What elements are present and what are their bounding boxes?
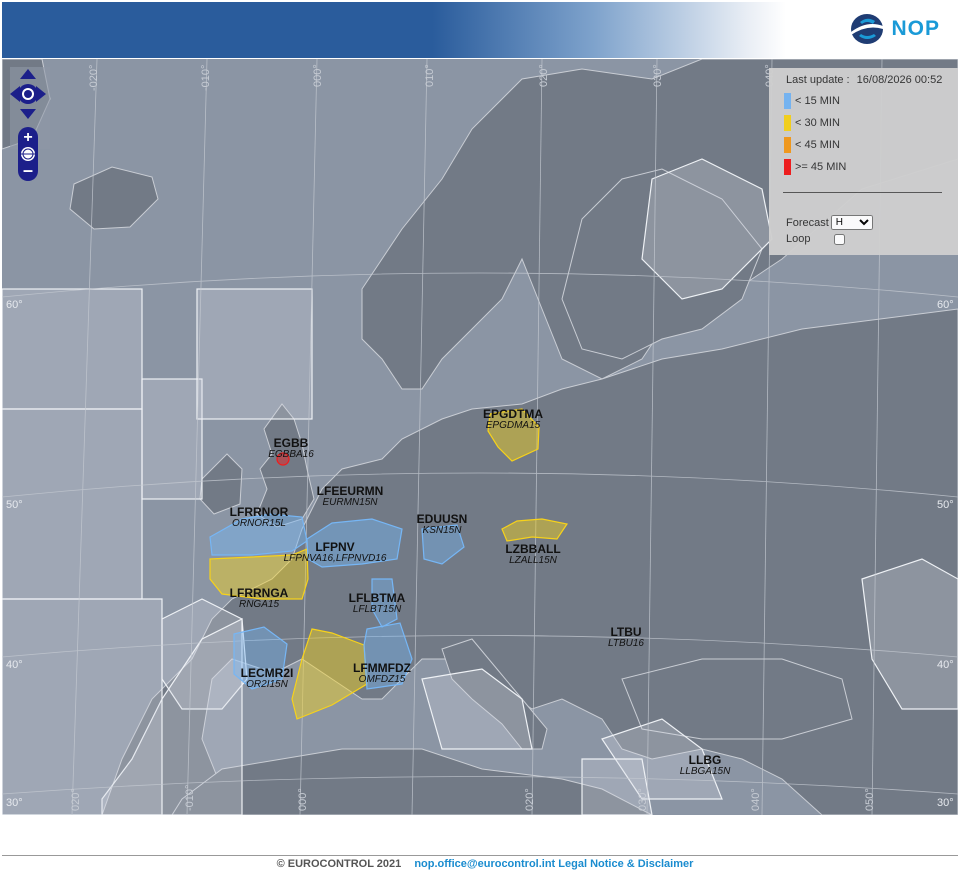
header-banner: NOP <box>2 2 958 58</box>
footer: © EUROCONTROL 2021 nop.office@eurocontro… <box>0 858 960 870</box>
sector-label[interactable]: LTBU LTBU16 <box>608 626 644 650</box>
last-update: Last update : 16/08/2026 00:52 <box>786 74 942 86</box>
legend-label: < 45 MIN <box>795 139 840 151</box>
sector-code: LLBGA15N <box>679 766 731 777</box>
legend-label: < 30 MIN <box>795 117 840 129</box>
lon-label: 020° <box>70 788 82 811</box>
nop-logo-text: NOP <box>891 17 940 40</box>
lon-label: 020° <box>538 64 550 87</box>
sector-name: LFPNV <box>315 540 355 554</box>
sector-label[interactable]: LFLBTMA LFLBT15N <box>349 592 406 616</box>
sector-name: LTBU <box>610 625 642 639</box>
map-view[interactable]: 60° 50° 40° 30° 60° 50° 40° 30° -020° -0… <box>2 59 958 815</box>
eurocontrol-logo-icon <box>851 14 884 44</box>
sector-name: EGBB <box>273 436 309 450</box>
lon-label: -010° <box>200 64 212 91</box>
legend-item: < 15 MIN <box>784 93 840 109</box>
sector-label[interactable]: LECMR2I OR2I15N <box>241 667 294 691</box>
sector-label[interactable]: LFRRNGA RNGA15 <box>230 587 289 611</box>
footer-divider <box>2 855 958 856</box>
sector-label[interactable]: LZBBALL LZALL15N <box>505 543 560 567</box>
legend-swatch <box>784 93 791 109</box>
sector-name: LLBG <box>688 753 722 767</box>
lon-label: 010° <box>424 64 436 87</box>
lon-label: 030° <box>637 788 649 811</box>
legend-swatch <box>784 159 791 175</box>
sector-code: KSN15N <box>422 525 462 536</box>
last-update-label: Last update : <box>786 74 850 86</box>
legend-item: >= 45 MIN <box>784 159 846 175</box>
sector-label[interactable]: LFEEURMN EURMN15N <box>317 485 384 509</box>
forecast-label: Forecast <box>786 216 829 229</box>
map-navigation-control: + – <box>10 67 56 192</box>
lon-label: 000° <box>312 64 324 87</box>
legend-swatch <box>784 137 791 153</box>
legend-item: < 45 MIN <box>784 137 840 153</box>
sector-name: LZBBALL <box>505 542 561 556</box>
sector-code: LFLBT15N <box>352 604 402 615</box>
sector-label[interactable]: EDUUSN KSN15N <box>417 513 468 537</box>
lon-label: 020° <box>524 788 536 811</box>
sector-label[interactable]: LFMMFDZ OMFDZ15 <box>353 662 411 686</box>
lat-label: 30° <box>937 797 954 809</box>
lat-label: 60° <box>6 299 23 311</box>
sector-name: LFRRNGA <box>229 586 289 600</box>
lon-label: 050° <box>864 788 876 811</box>
lon-label: -020° <box>88 64 100 91</box>
sector-code: EGBBA16 <box>268 449 314 460</box>
last-update-value: 16/08/2026 00:52 <box>856 74 943 86</box>
pan-zoom-icon: + – <box>10 67 56 181</box>
sector-code: ORNOR15L <box>232 518 286 529</box>
loop-control: Loop <box>786 233 846 245</box>
sector-name: EDUUSN <box>416 512 468 526</box>
lat-label: 30° <box>6 797 23 809</box>
legend-label: < 15 MIN <box>795 95 840 107</box>
sector-code: RNGA15 <box>238 599 280 610</box>
sector-code: LTBU16 <box>608 638 644 649</box>
lat-label: 50° <box>937 499 954 511</box>
sector-code: OR2I15N <box>246 679 288 690</box>
copyright-text: © EUROCONTROL 2021 <box>276 858 402 870</box>
nop-logo: NOP <box>849 8 940 50</box>
legal-notice-link[interactable]: Legal Notice & Disclaimer <box>558 858 693 870</box>
sector-code: LFPNVA16,LFPNVD16 <box>283 553 387 564</box>
sector-name: LFRRNOR <box>229 505 289 519</box>
legend-label: >= 45 MIN <box>795 161 847 173</box>
legend-panel: Last update : 16/08/2026 00:52 < 15 MIN … <box>769 68 958 255</box>
zoom-out-icon[interactable]: – <box>23 160 33 180</box>
lat-label: 40° <box>937 659 954 671</box>
lat-label: 40° <box>6 659 23 671</box>
sector-code: EURMN15N <box>322 497 378 508</box>
sector-label[interactable]: EPGDTMA EPGDMA15 <box>483 408 543 432</box>
sector-label[interactable]: EGBB EGBBA16 <box>268 437 314 461</box>
lon-label: 000° <box>297 788 309 811</box>
forecast-select[interactable]: H <box>830 215 873 230</box>
legend-divider <box>783 192 942 193</box>
lat-label: 60° <box>937 299 954 311</box>
legend-item: < 30 MIN <box>784 115 840 131</box>
zoom-in-icon[interactable]: + <box>23 129 32 146</box>
sector-label[interactable]: LLBG LLBGA15N <box>680 754 731 778</box>
contact-email-link[interactable]: nop.office@eurocontrol.int <box>414 858 555 870</box>
lon-label: 040° <box>750 788 762 811</box>
sector-name: LFEEURMN <box>316 484 384 498</box>
sector-label[interactable]: LFPNV LFPNVA16,LFPNVD16 <box>284 541 387 565</box>
sector-code: OMFDZ15 <box>358 674 406 685</box>
lon-label: -010° <box>184 784 196 811</box>
sector-code: LZALL15N <box>509 555 557 566</box>
sector-name: EPGDTMA <box>483 407 543 421</box>
sector-name: LECMR2I <box>240 666 294 680</box>
sector-name: LFLBTMA <box>348 591 406 605</box>
legend-swatch <box>784 115 791 131</box>
sector-name: LFMMFDZ <box>353 661 411 675</box>
sector-code: EPGDMA15 <box>485 420 541 431</box>
lat-label: 50° <box>6 499 23 511</box>
loop-label: Loop <box>786 233 811 245</box>
lon-label: 030° <box>652 64 664 87</box>
sector-label[interactable]: LFRRNOR ORNOR15L <box>230 506 289 530</box>
loop-checkbox[interactable] <box>834 233 846 245</box>
forecast-control: Forecast H <box>786 215 873 230</box>
